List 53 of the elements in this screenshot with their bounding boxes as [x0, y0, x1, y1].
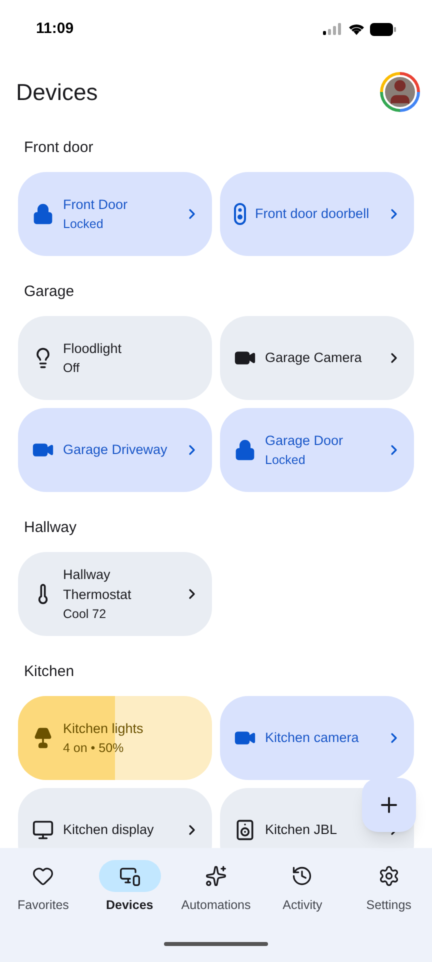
lock-icon: [234, 439, 256, 461]
lock-icon: [32, 203, 54, 225]
device-tile[interactable]: Garage Driveway: [18, 408, 212, 492]
nav-tab[interactable]: Automations: [172, 860, 260, 915]
device-tile[interactable]: Garage Door Locked: [220, 408, 414, 492]
device-status: Off: [63, 360, 80, 377]
device-name: Garage Driveway: [63, 441, 168, 459]
device-status: Locked: [265, 452, 306, 469]
device-tile[interactable]: Kitchen display: [18, 788, 212, 848]
device-status: Cool 72: [63, 606, 108, 623]
page-title: Devices: [16, 78, 98, 107]
device-name: Garage Camera: [265, 349, 363, 367]
device-tile[interactable]: Hallway Thermostat Cool 72: [18, 552, 212, 636]
monitor-icon: [32, 819, 54, 841]
device-status: 4 on • 50%: [63, 740, 125, 757]
device-tile[interactable]: Garage Camera: [220, 316, 414, 400]
battery-icon: [370, 22, 396, 36]
device-tile[interactable]: Kitchen camera: [220, 696, 414, 780]
device-name: Kitchen camera: [265, 729, 360, 747]
lamp-icon: [32, 727, 54, 749]
section-title: Kitchen: [23, 663, 76, 681]
device-status: Locked: [63, 216, 104, 233]
nav-tab[interactable]: Settings: [346, 860, 432, 915]
devices-icon: [118, 865, 141, 887]
wifi-icon: [348, 23, 365, 35]
nav-tab[interactable]: Favorites: [0, 860, 86, 915]
avatar[interactable]: [380, 72, 420, 112]
add-button[interactable]: [362, 778, 416, 832]
device-tile[interactable]: Front door doorbell: [220, 172, 414, 256]
device-name: Kitchen lights: [63, 720, 144, 738]
settings-icon: [378, 865, 400, 887]
signal-icon: [323, 23, 343, 35]
section-title: Front door: [23, 139, 94, 157]
device-name: Hallway Thermostat: [63, 566, 132, 604]
device-tile[interactable]: Front Door Locked: [18, 172, 212, 256]
speaker-icon: [234, 819, 256, 841]
status-time: 11:09: [36, 18, 74, 39]
device-name: Kitchen display: [63, 821, 155, 839]
device-name: Front door doorbell: [255, 205, 370, 223]
device-tile[interactable]: Floodlight Off: [18, 316, 212, 400]
nav-tab[interactable]: Devices: [86, 860, 173, 915]
nav-tab[interactable]: Activity: [259, 860, 346, 915]
device-name: Garage Door: [265, 432, 344, 450]
section-title: Garage: [23, 283, 76, 301]
device-tile[interactable]: Kitchen lights 4 on • 50%: [18, 696, 212, 780]
doorbell-icon: [234, 203, 246, 225]
heart-icon: [32, 865, 54, 887]
device-name: Front Door: [63, 196, 129, 214]
sparkles-icon: [205, 865, 228, 887]
device-name: Kitchen JBL: [265, 821, 338, 839]
device-name: Floodlight: [63, 340, 123, 358]
section-title: Hallway: [23, 519, 78, 537]
history-icon: [291, 865, 314, 887]
